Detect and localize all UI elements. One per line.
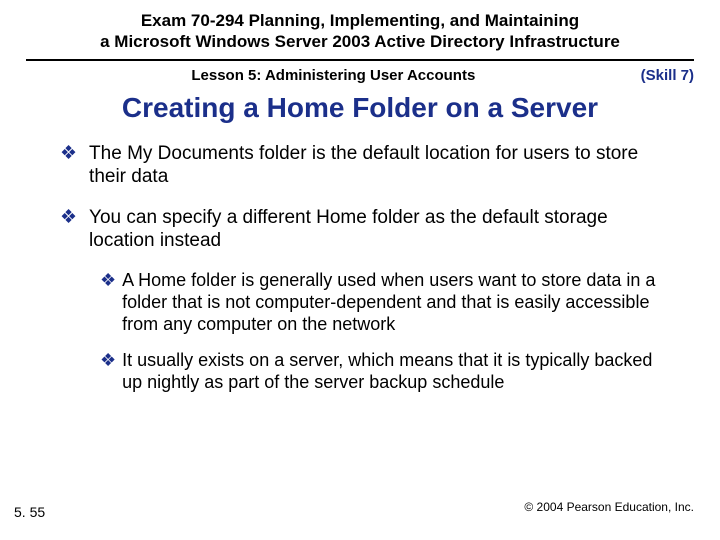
content-body: ❖ The My Documents folder is the default… bbox=[0, 142, 720, 394]
bullet-text: It usually exists on a server, which mea… bbox=[122, 350, 664, 394]
bullet-text: You can specify a different Home folder … bbox=[89, 206, 664, 252]
skill-label: (Skill 7) bbox=[641, 67, 694, 84]
exam-title-line2: a Microsoft Windows Server 2003 Active D… bbox=[100, 32, 620, 51]
subheader: Lesson 5: Administering User Accounts (S… bbox=[0, 61, 720, 84]
bullet-text: A Home folder is generally used when use… bbox=[122, 270, 664, 336]
slide-header: Exam 70-294 Planning, Implementing, and … bbox=[0, 0, 720, 57]
copyright: © 2004 Pearson Education, Inc. bbox=[524, 500, 694, 514]
page-number: 5. 55 bbox=[14, 504, 45, 520]
sub-bullets: ❖ A Home folder is generally used when u… bbox=[60, 270, 664, 394]
lesson-label: Lesson 5: Administering User Accounts bbox=[26, 67, 641, 84]
exam-title-line1: Exam 70-294 Planning, Implementing, and … bbox=[141, 11, 579, 30]
slide-title: Creating a Home Folder on a Server bbox=[20, 92, 700, 124]
bullet-icon: ❖ bbox=[100, 270, 116, 336]
bullet-icon: ❖ bbox=[100, 350, 116, 394]
sub-bullet-item: ❖ A Home folder is generally used when u… bbox=[100, 270, 664, 336]
bullet-icon: ❖ bbox=[60, 142, 77, 188]
bullet-item: ❖ You can specify a different Home folde… bbox=[60, 206, 664, 252]
sub-bullet-item: ❖ It usually exists on a server, which m… bbox=[100, 350, 664, 394]
exam-title: Exam 70-294 Planning, Implementing, and … bbox=[20, 10, 700, 53]
bullet-icon: ❖ bbox=[60, 206, 77, 252]
bullet-item: ❖ The My Documents folder is the default… bbox=[60, 142, 664, 188]
bullet-text: The My Documents folder is the default l… bbox=[89, 142, 664, 188]
